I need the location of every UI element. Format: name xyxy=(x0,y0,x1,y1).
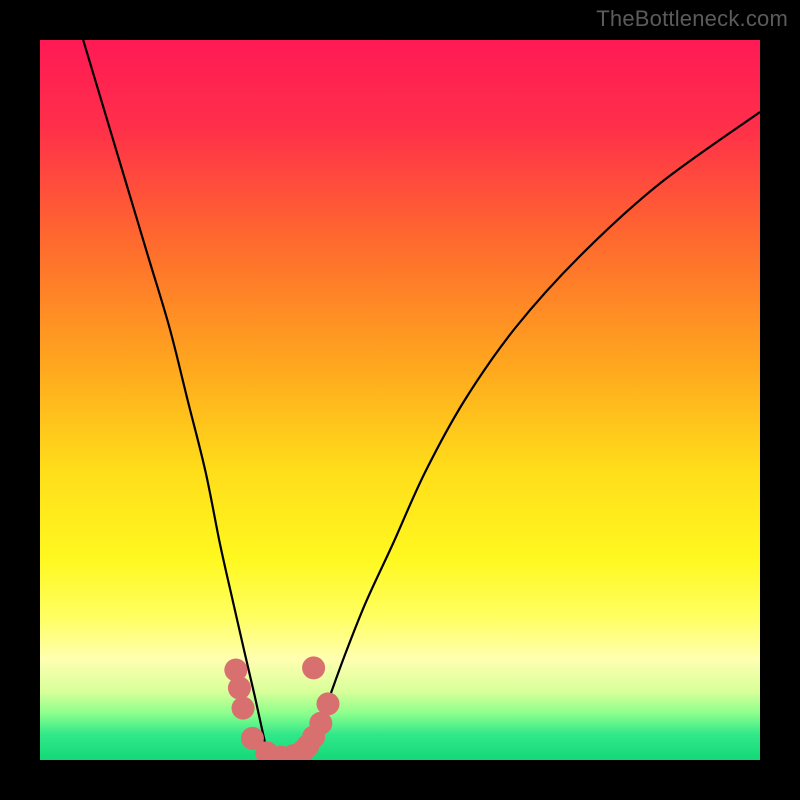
bottleneck-curve xyxy=(83,40,760,760)
plot-area xyxy=(40,40,760,760)
curve-layer xyxy=(40,40,760,760)
data-marker xyxy=(228,676,251,699)
data-marker xyxy=(316,692,339,715)
data-marker xyxy=(302,656,325,679)
outer-frame: TheBottleneck.com xyxy=(0,0,800,800)
data-marker xyxy=(232,697,255,720)
watermark-text: TheBottleneck.com xyxy=(596,6,788,32)
